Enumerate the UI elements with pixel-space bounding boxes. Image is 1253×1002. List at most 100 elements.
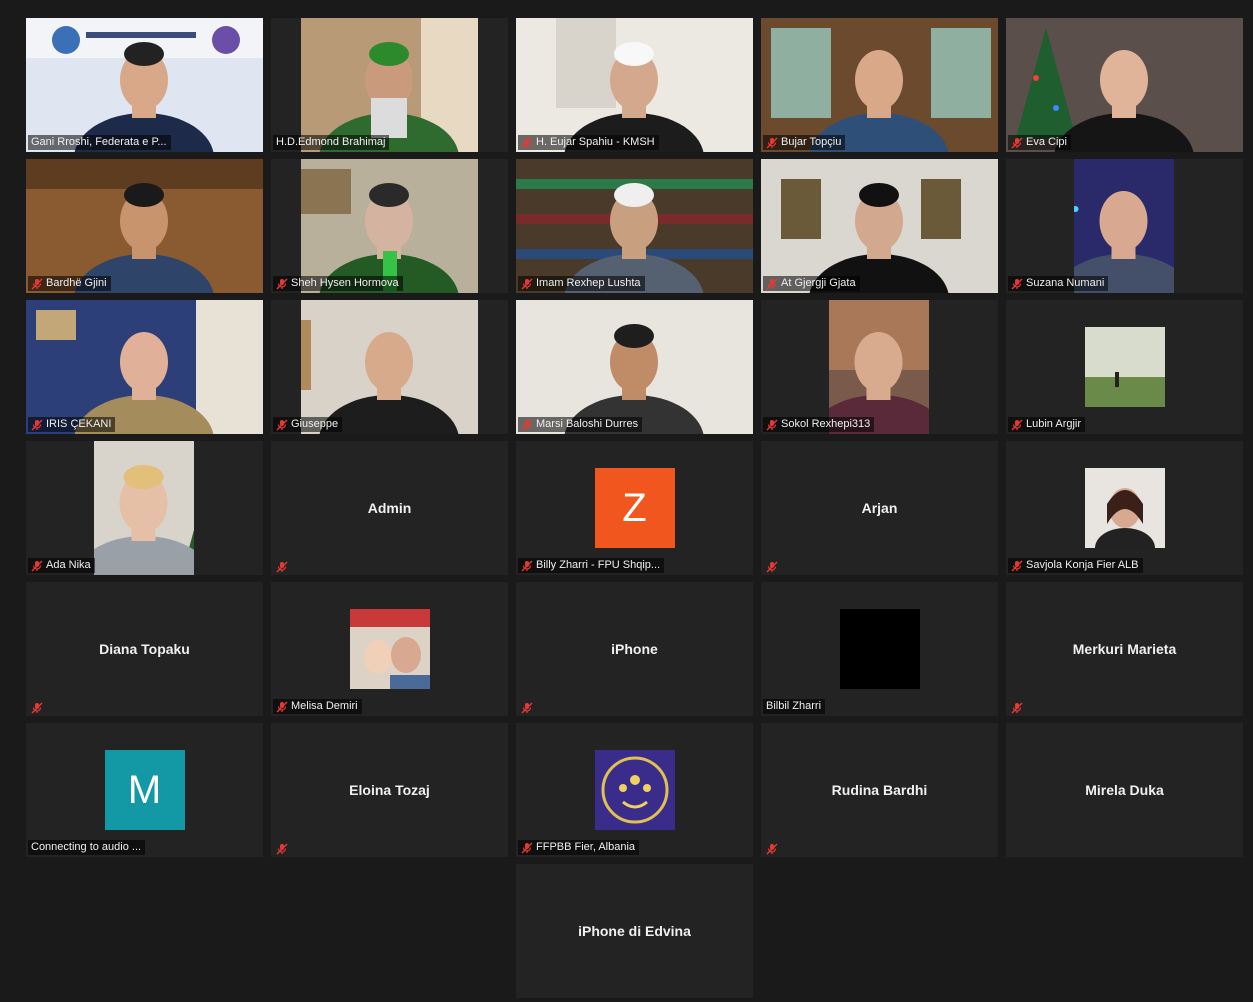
mic-muted-icon (31, 702, 43, 714)
participant-name-label (518, 702, 537, 714)
participant-video (761, 159, 998, 293)
participant-name-label: H.D.Edmond Brahimaj (273, 135, 390, 150)
participant-tile-melisa-demiri[interactable]: Melisa Demiri (271, 582, 508, 716)
participant-tile-bardh-gjini[interactable]: Bardhë Gjini (26, 159, 263, 293)
participant-tile-savjola-konja-fier-alb[interactable]: Savjola Konja Fier ALB (1006, 441, 1243, 575)
participant-name-label: Sokol Rexhepi313 (763, 417, 875, 432)
mic-muted-icon (766, 419, 778, 430)
participant-tile-billy-zharri-fpu-shqip[interactable]: Z Billy Zharri - FPU Shqip... (516, 441, 753, 575)
mic-muted-icon (521, 419, 533, 430)
mic-muted-icon (1011, 702, 1023, 714)
mic-muted-icon (521, 842, 533, 853)
participant-video (26, 159, 263, 293)
participant-name: Giuseppe (291, 418, 339, 430)
participant-tile-sheh-hysen-hormova[interactable]: Sheh Hysen Hormova (271, 159, 508, 293)
participant-tile-ada-nika[interactable]: Ada Nika (26, 441, 263, 575)
participant-name-label: Ada Nika (28, 558, 95, 573)
participant-name: FFPBB Fier, Albania (536, 841, 636, 853)
participant-name: Bardhë Gjini (46, 277, 107, 289)
participant-tile-at-gjergji-gjata[interactable]: At Gjergji Gjata (761, 159, 998, 293)
participant-tile-iris-ekani[interactable]: IRIS ÇEKANI (26, 300, 263, 434)
participant-tile-sokol-rexhepi313[interactable]: Sokol Rexhepi313 (761, 300, 998, 434)
participant-tile-lubin-argjir[interactable]: Lubin Argjir (1006, 300, 1243, 434)
participant-display-name: Rudina Bardhi (831, 782, 928, 798)
participant-video (1074, 159, 1174, 293)
participant-video (516, 300, 753, 434)
participant-tile-h-d-edmond-brahimaj[interactable]: H.D.Edmond Brahimaj (271, 18, 508, 152)
participant-name: Gani Rroshi, Federata e P... (31, 136, 167, 148)
participant-display-name: Arjan (861, 500, 898, 516)
mic-muted-icon (276, 561, 288, 573)
participant-name-label: IRIS ÇEKANI (28, 417, 116, 432)
profile-picture (1084, 327, 1165, 407)
participant-tile-iphone-di-edvina[interactable]: iPhone di Edvina (516, 864, 753, 998)
participant-name-label: FFPBB Fier, Albania (518, 840, 640, 855)
mic-muted-icon (766, 137, 778, 148)
participant-name: Sheh Hysen Hormova (291, 277, 399, 289)
participant-name: Billy Zharri - FPU Shqip... (536, 559, 661, 571)
profile-picture (349, 609, 430, 689)
participant-name: Connecting to audio ... (31, 841, 142, 853)
participant-tile-marsi-baloshi-durres[interactable]: Marsi Baloshi Durres (516, 300, 753, 434)
participant-tile-imam-rexhep-lushta[interactable]: Imam Rexhep Lushta (516, 159, 753, 293)
mic-muted-icon (521, 278, 533, 289)
participant-name-label (28, 702, 47, 714)
participant-name-label: Marsi Baloshi Durres (518, 417, 643, 432)
participant-name-label: Eva Cipi (1008, 135, 1071, 150)
participant-tile-suzana-numani[interactable]: Suzana Numani (1006, 159, 1243, 293)
participant-tile-connecting-to-audio[interactable]: M Connecting to audio ... (26, 723, 263, 857)
participant-tile-admin[interactable]: Admin (271, 441, 508, 575)
mic-muted-icon (766, 843, 778, 855)
participant-tile-h-eujar-spahiu-kmsh[interactable]: H. Eujar Spahiu - KMSH (516, 18, 753, 152)
mic-muted-icon (521, 702, 533, 714)
participant-tile-bujar-top-iu[interactable]: Bujar Topçiu (761, 18, 998, 152)
mic-muted-icon (521, 137, 533, 148)
participant-display-name: iPhone (611, 641, 658, 657)
participant-tile-merkuri-marieta[interactable]: Merkuri Marieta (1006, 582, 1243, 716)
mic-muted-icon (521, 560, 533, 571)
participant-name: Ada Nika (46, 559, 91, 571)
participant-name: Suzana Numani (1026, 277, 1105, 289)
participant-name-label: Connecting to audio ... (28, 840, 146, 855)
participant-tile-mirela-duka[interactable]: Mirela Duka (1006, 723, 1243, 857)
participant-tile-giuseppe[interactable]: Giuseppe (271, 300, 508, 434)
participant-video (829, 300, 929, 434)
participant-name-label: Imam Rexhep Lushta (518, 276, 645, 291)
participant-name-label: At Gjergji Gjata (763, 276, 860, 291)
participant-display-name: Mirela Duka (1085, 782, 1164, 798)
mic-muted-icon (276, 278, 288, 289)
mic-muted-icon (766, 278, 778, 289)
participant-display-name: iPhone di Edvina (578, 923, 691, 939)
participant-tile-rudina-bardhi[interactable]: Rudina Bardhi (761, 723, 998, 857)
participant-video (761, 18, 998, 152)
participant-tile-arjan[interactable]: Arjan (761, 441, 998, 575)
participant-tile-eloina-tozaj[interactable]: Eloina Tozaj (271, 723, 508, 857)
participant-tile-ffpbb-fier-albania[interactable]: FFPBB Fier, Albania (516, 723, 753, 857)
participant-video (26, 300, 263, 434)
participant-name: Bujar Topçiu (781, 136, 842, 148)
participant-name-label: H. Eujar Spahiu - KMSH (518, 135, 659, 150)
participant-name-label: Savjola Konja Fier ALB (1008, 558, 1143, 573)
participant-video (94, 441, 194, 575)
participant-tile-eva-cipi[interactable]: Eva Cipi (1006, 18, 1243, 152)
profile-picture (1084, 468, 1165, 548)
participant-name-label (273, 843, 292, 855)
participant-name-label (763, 843, 782, 855)
participant-name: Savjola Konja Fier ALB (1026, 559, 1139, 571)
mic-muted-icon (276, 843, 288, 855)
participant-tile-diana-topaku[interactable]: Diana Topaku (26, 582, 263, 716)
participant-name: Melisa Demiri (291, 700, 358, 712)
participant-name-label: Suzana Numani (1008, 276, 1109, 291)
participant-video (301, 159, 478, 293)
participant-name-label: Lubin Argjir (1008, 417, 1086, 432)
participant-tile-gani-rroshi-federata-e-p[interactable]: Gani Rroshi, Federata e P... (26, 18, 263, 152)
participant-video (301, 300, 478, 434)
participant-tile-iphone[interactable]: iPhone (516, 582, 753, 716)
participant-name: IRIS ÇEKANI (46, 418, 112, 430)
participant-name: Bilbil Zharri (766, 700, 822, 712)
participant-tile-bilbil-zharri[interactable]: Bilbil Zharri (761, 582, 998, 716)
participant-name-label (273, 561, 292, 573)
participant-display-name: Merkuri Marieta (1072, 641, 1177, 657)
participant-name: Marsi Baloshi Durres (536, 418, 639, 430)
participant-video (26, 18, 263, 152)
